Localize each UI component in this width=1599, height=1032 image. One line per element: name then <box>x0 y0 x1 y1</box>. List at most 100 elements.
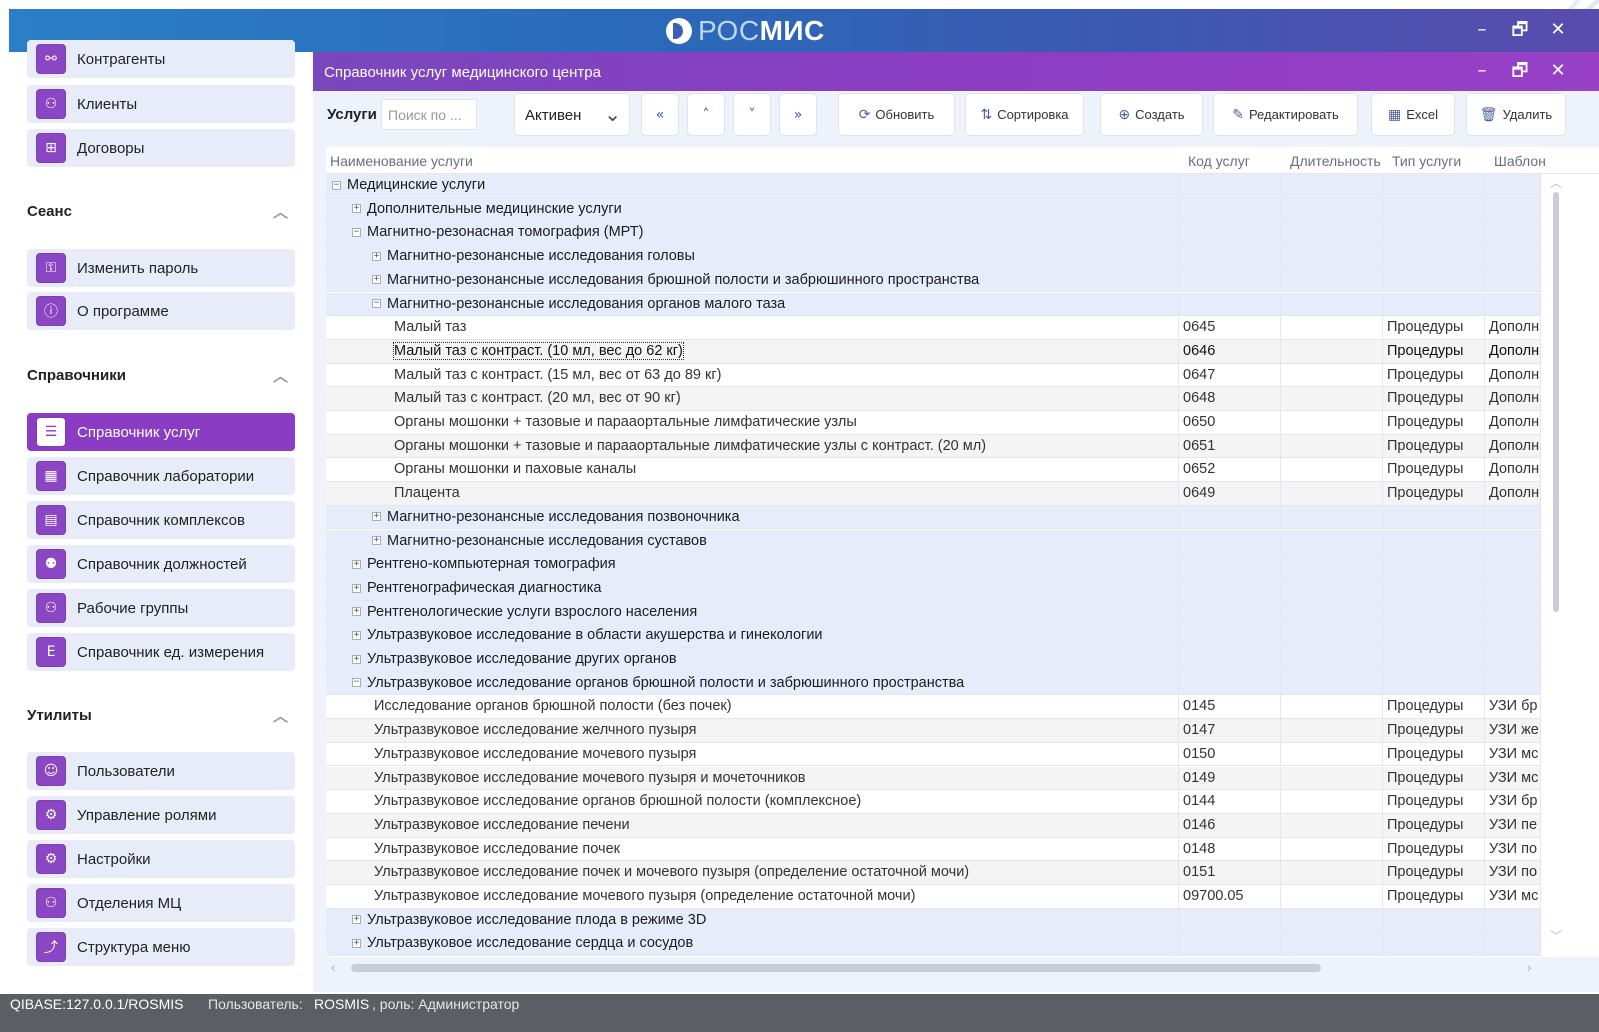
table-row[interactable]: Ультразвуковое исследование почек и моче… <box>326 861 1541 885</box>
table-row[interactable]: Органы мошонки и паховые каналы 0652 Проце… <box>326 458 1541 483</box>
chevron-up-icon[interactable]: ︿ <box>273 365 291 385</box>
tree-group-row[interactable]: + Магнитно-резонансные исследования голов… <box>326 245 1541 269</box>
sidebar-section-session[interactable]: Сеанс ︿ <box>27 203 295 225</box>
sidebar-item-menu-structure[interactable]: ⤴ Структура меню <box>27 928 295 966</box>
chevron-up-icon[interactable]: ︿ <box>273 705 291 725</box>
tree-group-row[interactable]: + Рентгенографическая диагностика <box>326 576 1541 601</box>
edit-button[interactable]: ✎ Редактировать <box>1213 93 1358 136</box>
sidebar-item-change-password[interactable]: ⚿ Изменить пароль <box>27 249 295 287</box>
sidebar-item-about[interactable]: ⓘ О программе <box>27 292 295 330</box>
tree-group-row[interactable]: + Дополнительные медицинские услуги <box>326 197 1541 222</box>
sidebar-item-positions[interactable]: ⚉ Справочник должностей <box>27 545 295 583</box>
expand-icon[interactable]: + <box>352 630 361 640</box>
column-header-template[interactable]: Шаблон <box>1494 153 1546 169</box>
chevron-up-icon[interactable]: ︿ <box>273 201 291 221</box>
sidebar-item-roles[interactable]: ⚙ Управление ролями <box>27 796 295 834</box>
tree-group-row[interactable]: − Магнитно-резонасная томография (МРТ) <box>326 221 1541 246</box>
collapse-icon[interactable]: − <box>332 180 341 190</box>
scrollbar-thumb[interactable] <box>351 964 1321 972</box>
search-input[interactable]: Поиск по ... <box>381 99 477 130</box>
collapse-icon[interactable]: − <box>352 678 361 688</box>
sort-button[interactable]: ⇅ Сортировка <box>965 93 1084 136</box>
scroll-down-icon[interactable]: ﹀ <box>1549 927 1563 944</box>
expand-icon[interactable]: + <box>352 559 361 569</box>
last-button[interactable]: » <box>779 93 817 136</box>
table-row[interactable]: Ультразвуковое исследование печени 0146 Пр… <box>326 813 1541 838</box>
expand-icon[interactable]: + <box>352 607 361 617</box>
table-row[interactable]: Ультразвуковое исследование желчного пуз… <box>326 719 1541 743</box>
sidebar-item-complexes[interactable]: ▤ Справочник комплексов <box>27 501 295 539</box>
sidebar-item-departments[interactable]: ⚇ Отделения МЦ <box>27 884 295 922</box>
table-row[interactable]: Ультразвуковое исследование мочевого пуз… <box>326 742 1541 767</box>
expand-icon[interactable]: + <box>372 251 381 261</box>
scroll-up-icon[interactable]: ︿ <box>1549 174 1563 191</box>
tree-group-row[interactable]: + Ультразвуковое исследование в области а… <box>326 624 1541 648</box>
sidebar-item-contracts[interactable]: ⊞ Договоры <box>27 129 295 167</box>
table-row[interactable]: Плацента 0649 Процедуры Дополн <box>326 482 1541 506</box>
minimize-icon[interactable]: – <box>1471 19 1493 41</box>
tree-group-row[interactable]: + Ультразвуковое исследование других орга… <box>326 648 1541 672</box>
expand-icon[interactable]: + <box>352 654 361 664</box>
expand-icon[interactable]: + <box>352 204 361 214</box>
sidebar-item-contractors[interactable]: ⚯ Контрагенты <box>27 40 295 78</box>
tree-group-row[interactable]: + Магнитно-резонансные исследования суста… <box>326 529 1541 554</box>
expand-icon[interactable]: + <box>352 583 361 593</box>
status-select[interactable]: Активен ⌄ <box>514 93 630 136</box>
tree-group-row[interactable]: + Магнитно-резонансные исследования брюшн… <box>326 268 1541 293</box>
close-icon[interactable]: ✕ <box>1547 60 1569 82</box>
table-row[interactable]: Малый таз с контраст. (15 мл, вес от 63 … <box>326 363 1541 388</box>
column-header-code[interactable]: Код услуг <box>1188 153 1250 169</box>
services-tree-grid[interactable]: Наименование услуги Код услуг Длительнос… <box>326 147 1599 957</box>
sidebar-section-utilities[interactable]: Утилиты ︿ <box>27 707 295 729</box>
collapse-icon[interactable]: − <box>352 228 361 238</box>
tree-group-row[interactable]: − Ультразвуковое исследование органов брю… <box>326 671 1541 696</box>
sidebar-item-services[interactable]: ☰ Справочник услуг <box>27 413 295 451</box>
expand-icon[interactable]: + <box>352 915 361 925</box>
delete-button[interactable]: 🗑 Удалить <box>1466 93 1566 136</box>
expand-icon[interactable]: + <box>372 512 381 522</box>
table-row[interactable]: Малый таз 0645 Процедуры Дополн <box>326 316 1541 340</box>
tree-group-row[interactable]: + Ультразвуковое исследование плода в реж… <box>326 908 1541 933</box>
sidebar-item-users[interactable]: ☺ Пользователи <box>27 752 295 790</box>
sidebar-item-settings[interactable]: ⚙ Настройки <box>27 840 295 878</box>
scrollbar-thumb[interactable] <box>1553 192 1559 612</box>
table-row[interactable]: Органы мошонки + тазовые и парааортальны… <box>326 434 1541 459</box>
refresh-button[interactable]: ⟳ Обновить <box>838 93 955 136</box>
restore-icon[interactable]: 🗗 <box>1509 60 1531 82</box>
scroll-right-icon[interactable]: › <box>1526 958 1532 977</box>
expand-icon[interactable]: + <box>372 536 381 546</box>
previous-button[interactable]: ˄ <box>687 93 725 136</box>
next-button[interactable]: ˅ <box>733 93 771 136</box>
tree-group-row[interactable]: + Рентгено-компьютерная томография <box>326 553 1541 577</box>
tree-group-row[interactable]: + Ультразвуковое исследование сердца и со… <box>326 932 1541 957</box>
minimize-icon[interactable]: – <box>1471 60 1493 82</box>
table-row[interactable]: Ультразвуковое исследование органов брюш… <box>326 790 1541 814</box>
horizontal-scrollbar[interactable]: ‹ › <box>326 958 1541 977</box>
collapse-icon[interactable]: − <box>372 299 381 309</box>
table-row[interactable]: Органы мошонки + тазовые и парааортальны… <box>326 411 1541 435</box>
tree-group-row[interactable]: + Магнитно-резонансные исследования позво… <box>326 505 1541 530</box>
sidebar-item-laboratory[interactable]: ▦ Справочник лаборатории <box>27 457 295 495</box>
expand-icon[interactable]: + <box>352 939 361 949</box>
table-row[interactable]: Малый таз с контраст. (10 мл, вес до 62 … <box>326 339 1541 364</box>
table-row[interactable]: Ультразвуковое исследование мочевого пуз… <box>326 885 1541 909</box>
table-row[interactable]: Малый таз с контраст. (20 мл, вес от 90 … <box>326 387 1541 411</box>
table-row[interactable]: Ультразвуковое исследование мочевого пуз… <box>326 766 1541 791</box>
sidebar-item-clients[interactable]: ⚇ Клиенты <box>27 85 295 123</box>
sidebar-item-units[interactable]: Е Справочник ед. измерения <box>27 633 295 671</box>
sidebar-item-work-groups[interactable]: ⚇ Рабочие группы <box>27 589 295 627</box>
column-header-type[interactable]: Тип услуги <box>1392 153 1461 169</box>
column-header-name[interactable]: Наименование услуги <box>330 153 473 169</box>
tree-group-row[interactable]: + Рентгенологические услуги взрослого нас… <box>326 600 1541 625</box>
first-button[interactable]: « <box>641 93 679 136</box>
close-icon[interactable]: ✕ <box>1547 19 1569 41</box>
restore-icon[interactable]: 🗗 <box>1509 19 1531 41</box>
tree-group-row[interactable]: − Магнитно-резонансные исследования орган… <box>326 292 1541 317</box>
excel-button[interactable]: ▦ Excel <box>1371 93 1455 136</box>
sidebar-section-directories[interactable]: Справочники ︿ <box>27 367 295 389</box>
column-header-duration[interactable]: Длительность <box>1290 153 1381 169</box>
scroll-left-icon[interactable]: ‹ <box>330 958 336 977</box>
expand-icon[interactable]: + <box>372 275 381 285</box>
table-row[interactable]: Ультразвуковое исследование почек 0148 Про… <box>326 837 1541 862</box>
table-row[interactable]: Исследование органов брюшной полости (бе… <box>326 695 1541 720</box>
